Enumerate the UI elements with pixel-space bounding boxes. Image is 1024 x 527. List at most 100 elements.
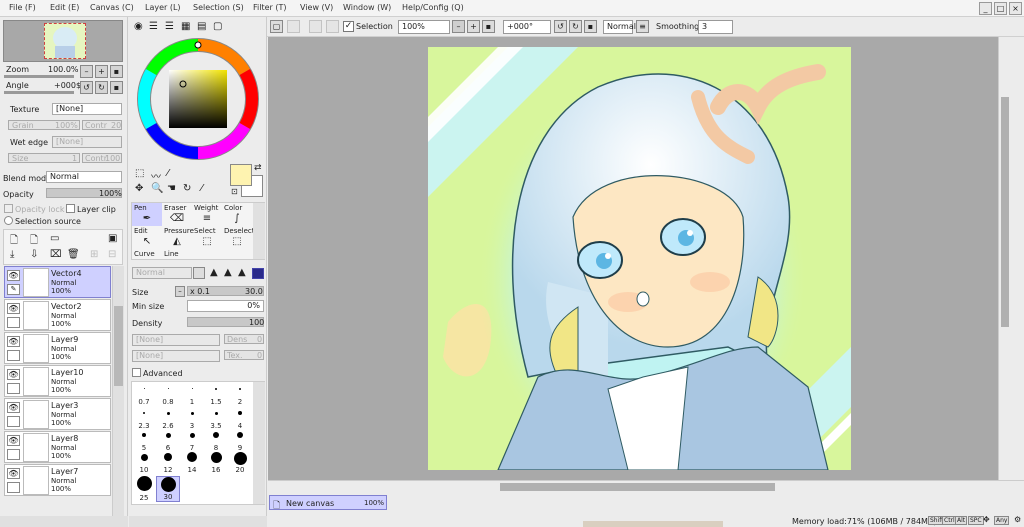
nav-zoom-out-button[interactable]: – xyxy=(80,65,93,78)
rotate-right-button[interactable]: ↻ xyxy=(569,20,582,33)
tool-curve[interactable]: Curve xyxy=(132,249,162,261)
hsv-slider-tab-icon[interactable]: ☰ xyxy=(165,21,174,32)
brush-size-cell[interactable]: 4 xyxy=(228,408,252,430)
color-wheel[interactable] xyxy=(136,37,260,161)
merge-visible-icon[interactable]: ⊞ xyxy=(90,249,98,260)
new-linework-layer-icon[interactable]: 🗋 xyxy=(30,233,38,250)
tool-select[interactable]: Select ⬚ xyxy=(192,226,222,249)
tool-eraser[interactable]: Eraser ⌫ xyxy=(162,203,192,226)
lasso-icon[interactable]: 〰 xyxy=(151,168,161,183)
delete-layer-icon[interactable]: 🗑 xyxy=(67,249,80,260)
swap-colors-icon[interactable]: ⇄ xyxy=(254,163,262,173)
zoom-icon[interactable]: 🔍 xyxy=(151,183,163,194)
menu-file[interactable]: File (F) xyxy=(9,3,36,12)
menu-filter[interactable]: Filter (T) xyxy=(253,3,286,12)
brush-size-scrollbar[interactable] xyxy=(253,382,265,504)
brush-size-cell[interactable]: 0.7 xyxy=(132,384,156,406)
nav-rotate-left-button[interactable]: ↺ xyxy=(80,81,93,94)
canvas-hscroll-thumb[interactable] xyxy=(500,483,775,491)
tool-line[interactable]: Line xyxy=(162,249,192,261)
transfer-down-icon[interactable]: ⤓ xyxy=(10,249,14,260)
brush-mode-select[interactable]: Normal xyxy=(132,267,192,279)
swatches-tab-icon[interactable]: ▦ xyxy=(181,21,190,32)
blend-select[interactable]: Normal xyxy=(603,20,636,34)
tool-color[interactable]: Color ∫ xyxy=(222,203,252,226)
invert-selection-button[interactable] xyxy=(309,20,322,33)
eye-icon[interactable]: 👁 xyxy=(7,336,20,347)
pencil-icon[interactable]: ✎ xyxy=(7,284,20,295)
select-all-button[interactable]: ▢ xyxy=(270,20,283,33)
layer-checkbox[interactable] xyxy=(7,383,20,394)
rotate-reset-button[interactable]: ▪ xyxy=(584,20,597,33)
nav-zoom-in-button[interactable]: + xyxy=(95,65,108,78)
navigator-preview[interactable] xyxy=(3,20,123,62)
artwork-canvas[interactable] xyxy=(428,47,851,470)
minimize-button[interactable]: _ xyxy=(979,2,992,15)
menu-layer[interactable]: Layer (L) xyxy=(145,3,181,12)
eye-icon[interactable]: 👁 xyxy=(7,435,20,446)
nav-rotate-right-button[interactable]: ↻ xyxy=(95,81,108,94)
brush-size-cell[interactable]: 12 xyxy=(156,452,180,474)
move-icon[interactable]: ✥ xyxy=(135,183,143,194)
selection-source-radio[interactable] xyxy=(4,216,13,225)
brush-size-cell[interactable]: 3.5 xyxy=(204,408,228,430)
eye-icon[interactable]: 👁 xyxy=(7,303,20,314)
zoom-select[interactable]: 100% xyxy=(398,20,450,34)
brush-shape-1-icon[interactable]: ▲ xyxy=(210,267,218,278)
layer-row[interactable]: 👁 Layer3 Normal 100% xyxy=(4,398,111,430)
opacity-lock-checkbox[interactable] xyxy=(4,204,13,213)
scratchpad-tab-icon[interactable]: ▢ xyxy=(213,21,222,32)
canvas-vscroll-thumb[interactable] xyxy=(1001,97,1009,327)
canvas-vscrollbar[interactable] xyxy=(998,37,1010,480)
menu-view[interactable]: View (V) xyxy=(300,3,333,12)
color-wheel-tab-icon[interactable]: ◉ xyxy=(134,21,143,32)
brush-size-cell[interactable]: 5 xyxy=(132,430,156,452)
brush-size-cell[interactable]: 2.6 xyxy=(156,408,180,430)
brush-tex-select[interactable]: [None] xyxy=(132,350,220,362)
nav-zoom-reset-button[interactable]: ▪ xyxy=(110,65,123,78)
brush-size-cell[interactable]: 3 xyxy=(180,408,204,430)
tool-weight[interactable]: Weight ≡ xyxy=(192,203,222,226)
min-size-value[interactable]: 0% xyxy=(187,300,264,312)
flip-button[interactable]: ≡ xyxy=(636,20,649,33)
rect-select-icon[interactable]: ⬚ xyxy=(135,168,144,179)
layer-scroll-thumb[interactable] xyxy=(114,306,123,386)
texture-select[interactable]: [None] xyxy=(52,103,122,115)
brush-size-cell[interactable]: 1.5 xyxy=(204,384,228,406)
rotation-select[interactable]: +000° xyxy=(503,20,551,34)
layer-checkbox[interactable] xyxy=(7,449,20,460)
layer-row[interactable]: 👁 ✎ Vector4 Normal 100% xyxy=(4,266,111,298)
flatten-icon[interactable]: ⊟ xyxy=(108,249,116,260)
brush-size-cell[interactable]: 8 xyxy=(204,430,228,452)
new-layer-icon[interactable]: 🗋 xyxy=(10,233,18,250)
tool-scrollbar[interactable] xyxy=(253,203,265,259)
canvas-tab[interactable]: 🗋 New canvas 100% xyxy=(269,495,387,511)
blend-mode-select[interactable]: Normal xyxy=(46,171,122,183)
zoom-in-button[interactable]: + xyxy=(467,20,480,33)
deselect-button[interactable] xyxy=(287,20,300,33)
layer-checkbox[interactable] xyxy=(7,350,20,361)
advanced-checkbox[interactable] xyxy=(132,368,141,377)
tool-edit[interactable]: Edit ↖ xyxy=(132,226,162,249)
brush-size-cell[interactable]: 20 xyxy=(228,452,252,474)
brush-texture-select[interactable]: [None] xyxy=(132,334,220,346)
new-folder-icon[interactable]: ▭ xyxy=(50,233,59,244)
zoom-reset-button[interactable]: ▪ xyxy=(482,20,495,33)
hand-icon[interactable]: ☚ xyxy=(167,183,176,194)
brush-size-cell[interactable]: 7 xyxy=(180,430,204,452)
transparent-color-icon[interactable]: ⊡ xyxy=(231,187,238,196)
eyedropper-icon[interactable]: ⁄ xyxy=(201,183,203,194)
rotate-left-button[interactable]: ↺ xyxy=(554,20,567,33)
brush-size-decrease[interactable]: – xyxy=(175,286,185,297)
selection-checkbox[interactable]: ✓ xyxy=(343,21,354,32)
rotate-icon[interactable]: ↻ xyxy=(183,183,191,194)
brush-shape-3-icon[interactable]: ▲ xyxy=(238,267,246,278)
layer-checkbox[interactable] xyxy=(7,416,20,427)
layer-row[interactable]: 👁 Layer8 Normal 100% xyxy=(4,431,111,463)
layer-row[interactable]: 👁 Layer9 Normal 100% xyxy=(4,332,111,364)
wet-edge-select[interactable]: [None] xyxy=(52,136,122,148)
brush-size-cell[interactable]: 25 xyxy=(132,476,156,502)
eye-icon[interactable]: 👁 xyxy=(7,402,20,413)
brush-size-cell[interactable]: 2.3 xyxy=(132,408,156,430)
tool-hscrollbar[interactable] xyxy=(129,516,267,527)
